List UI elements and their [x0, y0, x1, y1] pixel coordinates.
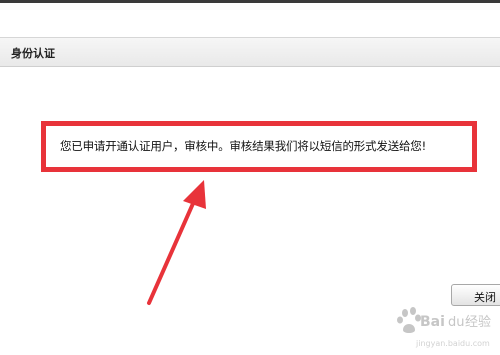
svg-text:du: du [448, 315, 465, 330]
svg-text:jingyan.baidu.com: jingyan.baidu.com [415, 339, 490, 348]
baidu-jingyan-watermark: Bai du 经验 jingyan.baidu.com [397, 307, 491, 348]
svg-text:Bai: Bai [420, 314, 445, 330]
svg-text:经验: 经验 [465, 314, 491, 330]
